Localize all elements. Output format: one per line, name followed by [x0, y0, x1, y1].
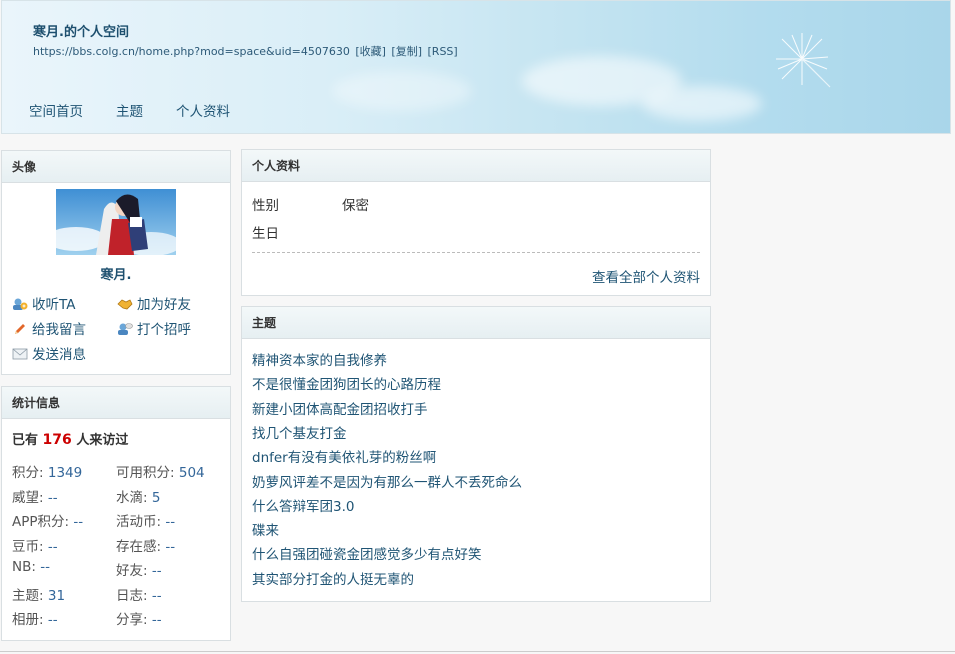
stat-value: --: [47, 612, 58, 628]
stat-item: NB: --: [12, 559, 50, 575]
dandelion-icon: [776, 33, 831, 88]
space-url[interactable]: https://bbs.colg.cn/home.php?mod=space&u…: [33, 45, 350, 58]
space-url-line: https://bbs.colg.cn/home.php?mod=space&u…: [33, 43, 460, 59]
follow-button[interactable]: 收听TA: [12, 293, 75, 313]
topics-panel: 主题 精神资本家的自我修养不是很懂金团狗团长的心路历程 新建小团体高配金团招收打手…: [241, 306, 711, 602]
topic-link[interactable]: dnfer有没有美依礼芽的粉丝啊: [252, 446, 436, 466]
topic-link[interactable]: 碟来: [252, 519, 279, 539]
stat-value: 5: [151, 489, 161, 506]
visit-count: 已有 176 人来访过: [12, 432, 129, 448]
stat-value: --: [151, 587, 162, 604]
topic-link[interactable]: 新建小团体高配金团招收打手: [252, 398, 428, 418]
leave-message-button[interactable]: 给我留言: [12, 318, 86, 338]
bookmark-link[interactable]: [收藏]: [355, 45, 386, 58]
stat-value: --: [47, 538, 58, 555]
topic-link[interactable]: 什么自强团碰瓷金团感觉多少有点好笑: [252, 543, 482, 563]
avatar[interactable]: [56, 189, 176, 255]
avatar-panel-heading: 头像: [2, 151, 230, 183]
add-friend-button[interactable]: 加为好友: [117, 293, 191, 313]
cloud-decoration: [642, 86, 762, 121]
stat-value: 31: [47, 587, 66, 604]
copy-link[interactable]: [复制]: [391, 45, 422, 58]
stat-label: 相册:: [12, 612, 44, 628]
stat-item: 积分: 1349: [12, 461, 82, 481]
stat-label: NB:: [12, 559, 36, 575]
space-nav: 空间首页 主题 个人资料: [29, 100, 263, 120]
topic-link[interactable]: 精神资本家的自我修养: [252, 349, 387, 369]
stat-label: 存在感:: [116, 538, 162, 555]
stat-value: 1349: [47, 465, 83, 481]
divider: [0, 651, 955, 652]
handshake-icon: [117, 299, 133, 310]
topic-link[interactable]: 不是很懂金团狗团长的心路历程: [252, 373, 441, 393]
profile-label-birthday: 生日: [252, 226, 279, 242]
topic-link[interactable]: 奶萝风评差不是因为有那么一群人不丢死命么: [252, 471, 522, 491]
stat-value: --: [165, 514, 176, 530]
stat-item: 好友: --: [116, 559, 162, 579]
topics-panel-heading: 主题: [242, 307, 710, 339]
stat-item: 水滴: 5: [116, 486, 160, 506]
nav-topics[interactable]: 主题: [116, 100, 143, 120]
stat-item: 豆币: --: [12, 535, 58, 555]
stat-value: 504: [178, 465, 205, 481]
stat-value: --: [47, 489, 58, 506]
stat-value: --: [151, 612, 162, 628]
stat-item: 可用积分: 504: [116, 461, 205, 481]
nav-space-home[interactable]: 空间首页: [29, 100, 83, 120]
profile-panel: 个人资料 性别 保密 生日 查看全部个人资料: [241, 149, 711, 296]
nav-profile[interactable]: 个人资料: [176, 100, 230, 120]
visit-number: 176: [42, 432, 72, 448]
profile-label-gender: 性别: [252, 198, 279, 214]
stat-label: 分享:: [116, 612, 148, 628]
pencil-icon: [15, 324, 25, 334]
stat-item: APP积分: --: [12, 510, 83, 530]
rss-link[interactable]: [RSS]: [428, 45, 458, 58]
stat-value: --: [73, 514, 84, 530]
stats-panel-heading: 统计信息: [2, 387, 230, 419]
stat-item: 分享: --: [116, 608, 162, 628]
stats-panel: 统计信息 已有 176 人来访过 积分: 1349 可用积分: 504 威望: --…: [1, 386, 231, 641]
follow-label: 收听TA: [32, 297, 76, 313]
username[interactable]: 寒月.: [2, 264, 230, 283]
stat-value: --: [151, 563, 162, 579]
stat-item: 威望: --: [12, 486, 58, 506]
stat-item: 主题: 31: [12, 584, 65, 604]
cloud-decoration: [332, 71, 472, 111]
divider: [252, 252, 700, 253]
topic-link[interactable]: 其实部分打金的人挺无辜的: [252, 568, 414, 588]
profile-panel-heading: 个人资料: [242, 150, 710, 182]
profile-value-gender: 保密: [342, 198, 369, 214]
stat-value: --: [165, 538, 176, 555]
stat-label: 威望:: [12, 489, 44, 506]
add-friend-label: 加为好友: [137, 297, 191, 313]
view-all-profile-link[interactable]: 查看全部个人资料: [592, 266, 700, 286]
stat-item: 日志: --: [116, 584, 162, 604]
avatar-panel: 头像 寒月. 收听TA 加为好友 给我留言 打个招呼 发送消息: [1, 150, 231, 375]
stat-label: 可用积分:: [116, 465, 175, 481]
stat-item: 相册: --: [12, 608, 58, 628]
send-message-button[interactable]: 发送消息: [12, 343, 86, 363]
stat-label: 活动币:: [116, 514, 162, 530]
space-header: 寒月.的个人空间 https://bbs.colg.cn/home.php?mo…: [1, 0, 951, 134]
topic-link[interactable]: 找几个基友打金: [252, 422, 347, 442]
stat-label: 好友:: [116, 563, 148, 579]
stat-label: 主题:: [12, 587, 44, 604]
follow-icon: [13, 298, 28, 310]
greet-icon: [118, 323, 133, 335]
envelope-icon: [12, 348, 28, 360]
space-title[interactable]: 寒月.的个人空间: [33, 21, 129, 40]
greet-label: 打个招呼: [137, 322, 191, 338]
greet-button[interactable]: 打个招呼: [117, 318, 191, 338]
stat-label: 积分:: [12, 465, 44, 481]
stat-item: 存在感: --: [116, 535, 175, 555]
stat-label: 日志:: [116, 587, 148, 604]
leave-message-label: 给我留言: [32, 322, 86, 338]
stat-value: --: [40, 559, 50, 575]
stat-label: APP积分:: [12, 514, 70, 530]
send-message-label: 发送消息: [32, 347, 86, 363]
topic-link[interactable]: 什么答辩军团3.0: [252, 495, 354, 515]
stat-item: 活动币: --: [116, 510, 175, 530]
stat-label: 水滴:: [116, 489, 148, 506]
stat-label: 豆币:: [12, 538, 44, 555]
